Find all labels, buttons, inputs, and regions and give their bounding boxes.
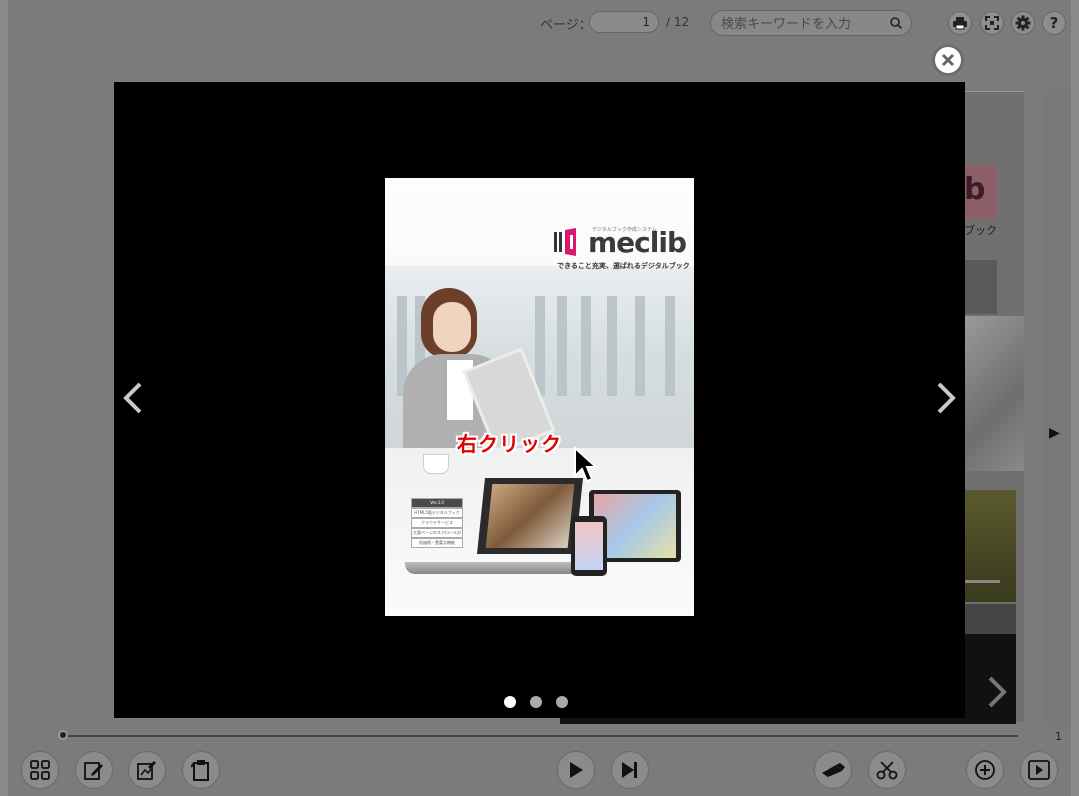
- page-total: / 12: [666, 15, 690, 29]
- next-page-area[interactable]: [1043, 92, 1071, 724]
- print-button[interactable]: [948, 11, 972, 35]
- page-number-input[interactable]: 1: [589, 11, 659, 33]
- page-slider-thumb[interactable]: [58, 730, 68, 740]
- play-icon: [570, 762, 583, 778]
- fullscreen-button[interactable]: [980, 11, 1004, 35]
- search-box[interactable]: [710, 10, 912, 36]
- fullscreen-icon: [985, 16, 999, 30]
- highlighter-icon: [822, 763, 845, 777]
- feature-item: クラウドサービス: [411, 518, 463, 528]
- slideshow-icon: [1028, 760, 1050, 780]
- slideshow-button[interactable]: [1020, 751, 1058, 789]
- copy-page-button[interactable]: [182, 751, 220, 789]
- feature-menu: Ver.3.0 HTML5版デジタルブック クラウドサービス 大量ページのスクロ…: [411, 498, 463, 548]
- slide-dot[interactable]: [504, 696, 516, 708]
- close-icon: [941, 53, 955, 67]
- slide-dot[interactable]: [556, 696, 568, 708]
- gear-icon: [1015, 15, 1031, 31]
- feature-item: 低価格・豊富な機能: [411, 538, 463, 548]
- skip-forward-button[interactable]: [611, 751, 649, 789]
- zoom-in-button[interactable]: [966, 751, 1004, 789]
- page-slider-track[interactable]: [64, 735, 1018, 737]
- background-photo-field: [964, 490, 1016, 602]
- skip-forward-icon: [622, 762, 637, 778]
- bookmark-edit-icon: [84, 762, 103, 780]
- search-icon[interactable]: [889, 16, 903, 30]
- laptop-base: [405, 562, 581, 574]
- scissors-icon: [876, 761, 898, 780]
- laptop-display: [485, 484, 575, 548]
- thumbnail-icon: [30, 760, 50, 780]
- copy-page-icon: [191, 760, 209, 781]
- play-button[interactable]: [557, 751, 595, 789]
- print-icon: [953, 17, 967, 30]
- search-input[interactable]: [719, 14, 883, 34]
- next-slide-icon[interactable]: [933, 380, 959, 416]
- slide-dot[interactable]: [530, 696, 542, 708]
- help-button[interactable]: ?: [1042, 11, 1066, 35]
- zoom-in-icon: [975, 760, 995, 780]
- thumbnail-button[interactable]: [21, 751, 59, 789]
- note-edit-button[interactable]: [128, 751, 166, 789]
- page-label: ページ：: [540, 18, 592, 33]
- help-icon: ?: [1049, 14, 1059, 32]
- background-logo-text: b: [964, 172, 986, 207]
- logo-text: meclib: [588, 226, 687, 259]
- bookmark-edit-button[interactable]: [75, 751, 113, 789]
- mouse-cursor-icon: [574, 446, 597, 483]
- feature-item: Ver.3.0: [411, 498, 463, 508]
- smartphone-display: [575, 522, 603, 570]
- note-edit-icon: [137, 761, 156, 780]
- feature-item: 大量ページのスクロール対応: [411, 528, 463, 543]
- background-block: [964, 260, 997, 314]
- woman-face: [433, 302, 471, 352]
- background-progress-line: [964, 580, 1000, 583]
- background-photo: [964, 316, 1024, 471]
- background-chevron-icon: [988, 676, 1007, 708]
- prev-slide-icon[interactable]: [120, 380, 146, 416]
- background-photo-small: [964, 604, 1016, 634]
- coffee-cup: [423, 454, 449, 474]
- highlighter-button[interactable]: [814, 751, 852, 789]
- settings-button[interactable]: [1011, 11, 1035, 35]
- slider-value: 1: [1055, 730, 1062, 743]
- feature-item: HTML5版デジタルブック: [411, 508, 463, 518]
- background-label: ブック: [964, 224, 997, 237]
- meclib-logo-icon: [554, 228, 576, 256]
- book-page-image[interactable]: デジタルブック作成システム meclib できること充実、選ばれるデジタルブック…: [385, 178, 694, 616]
- next-page-arrow-icon[interactable]: ▶: [1049, 425, 1060, 441]
- tagline: できること充実、選ばれるデジタルブック: [557, 262, 690, 270]
- right-click-annotation: 右クリック: [457, 432, 562, 456]
- scissors-button[interactable]: [868, 751, 906, 789]
- close-button[interactable]: [932, 44, 964, 76]
